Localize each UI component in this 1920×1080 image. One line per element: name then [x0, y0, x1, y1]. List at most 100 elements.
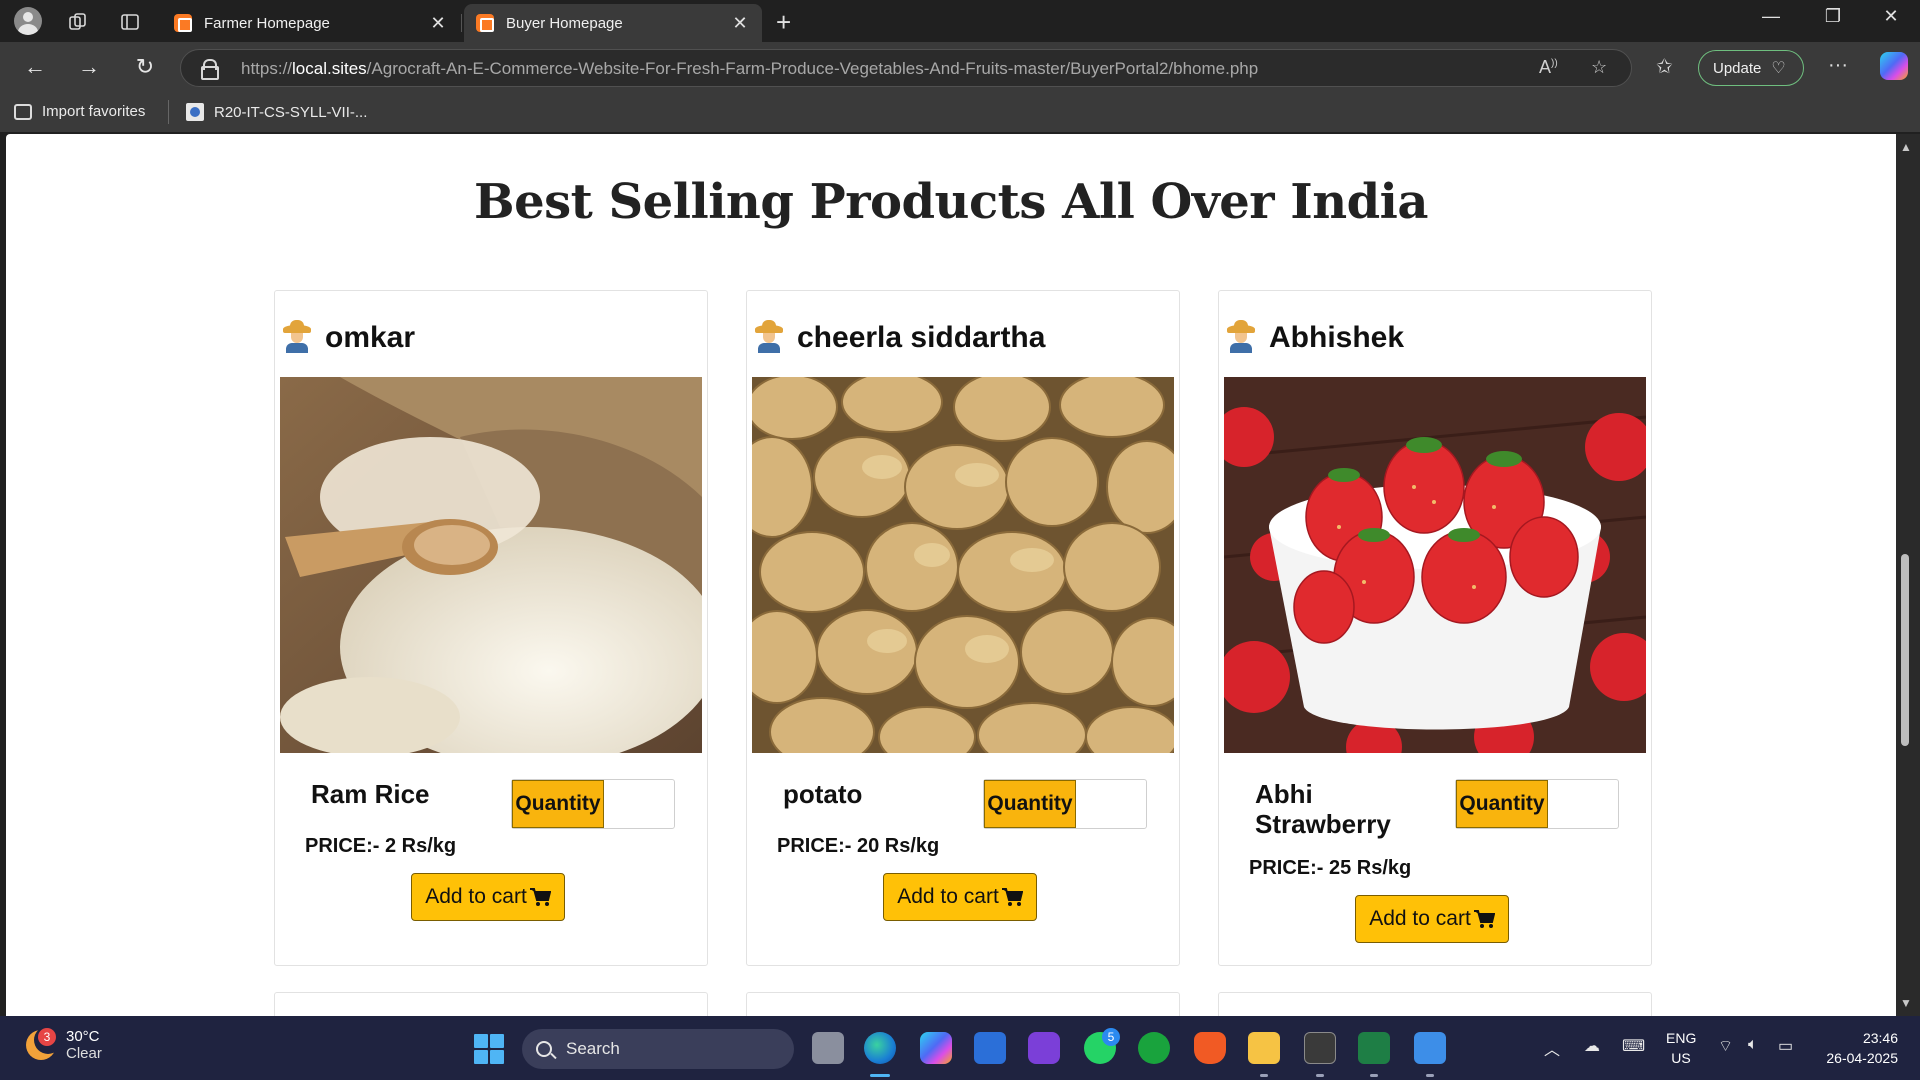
- favorites-icon[interactable]: ✩: [1656, 54, 1673, 79]
- farmer-name: cheerla siddartha: [797, 321, 1046, 354]
- import-icon: [14, 103, 32, 120]
- app-icon[interactable]: [1028, 1032, 1060, 1064]
- quantity-field[interactable]: Quantity: [983, 779, 1147, 829]
- scroll-up-arrow-icon[interactable]: ▲: [1900, 140, 1912, 154]
- farmer-icon: [755, 320, 783, 353]
- battery-icon[interactable]: ▭: [1778, 1036, 1793, 1056]
- add-to-cart-label: Add to cart: [897, 885, 999, 908]
- brave-browser-icon[interactable]: [1194, 1032, 1226, 1064]
- product-price: PRICE:- 25 Rs/kg: [1249, 857, 1412, 879]
- scrollbar-thumb[interactable]: [1901, 554, 1909, 746]
- clock-time: 23:46: [1862, 1030, 1898, 1046]
- address-toolbar: ← → ↻ https://local.sites/Agrocraft-An-E…: [0, 42, 1920, 94]
- strawberry-image[interactable]: [1224, 377, 1646, 753]
- favorite-syllabus[interactable]: R20-IT-CS-SYLL-VII-...: [186, 103, 367, 121]
- favorite-star-icon[interactable]: ☆: [1591, 57, 1607, 78]
- address-bar[interactable]: https://local.sites/Agrocraft-An-E-Comme…: [180, 49, 1632, 87]
- task-view-icon[interactable]: [812, 1032, 844, 1064]
- page-favicon-icon: [186, 103, 204, 121]
- taskbar-search[interactable]: Search: [522, 1029, 794, 1069]
- forward-arrow-icon[interactable]: →: [74, 54, 104, 80]
- close-tab-icon[interactable]: ✕: [428, 13, 448, 34]
- heart-pulse-icon: ♡: [1771, 60, 1786, 77]
- store-icon[interactable]: [974, 1032, 1006, 1064]
- product-price: PRICE:- 20 Rs/kg: [777, 835, 940, 857]
- rice-image[interactable]: [280, 377, 702, 753]
- potato-image[interactable]: [752, 377, 1174, 753]
- active-app-indicator: [870, 1074, 890, 1077]
- lock-icon[interactable]: [201, 59, 219, 80]
- show-hidden-icons-chevron-icon[interactable]: ︿: [1544, 1036, 1560, 1060]
- farmer-icon: [1227, 320, 1255, 353]
- copilot-icon[interactable]: [1880, 52, 1908, 80]
- back-arrow-icon[interactable]: ←: [20, 54, 50, 80]
- refresh-icon[interactable]: ↻: [130, 54, 160, 80]
- quantity-label: Quantity: [984, 780, 1076, 828]
- system-clock[interactable]: 23:46 26-04-2025: [1818, 1028, 1898, 1068]
- xampp-favicon-icon: [174, 14, 192, 32]
- tab-farmer-homepage[interactable]: Farmer Homepage ✕: [162, 4, 460, 42]
- farmer-name: Abhishek: [1269, 321, 1405, 354]
- favorites-bar: Import favorites R20-IT-CS-SYLL-VII-...: [0, 94, 1920, 132]
- update-button[interactable]: Update ♡: [1698, 50, 1804, 86]
- search-label: Search: [566, 1039, 620, 1058]
- language-indicator[interactable]: ENG US: [1666, 1028, 1696, 1068]
- quantity-field[interactable]: Quantity: [511, 779, 675, 829]
- add-to-cart-button[interactable]: Add to cart: [411, 873, 565, 921]
- tab-buyer-homepage[interactable]: Buyer Homepage ✕: [464, 4, 762, 42]
- add-to-cart-label: Add to cart: [1369, 907, 1471, 930]
- quantity-field[interactable]: Quantity: [1455, 779, 1619, 829]
- xbox-icon[interactable]: [1138, 1032, 1170, 1064]
- quantity-input[interactable]: [1548, 780, 1618, 828]
- file-explorer-icon[interactable]: [1248, 1032, 1280, 1064]
- more-options-icon[interactable]: ···: [1828, 54, 1848, 77]
- tab-divider: [461, 14, 462, 32]
- weather-widget[interactable]: 30°C Clear: [26, 1026, 102, 1062]
- browser-tab-strip: Farmer Homepage ✕ Buyer Homepage ✕ + — ❐…: [0, 0, 1920, 42]
- quantity-input[interactable]: [1076, 780, 1146, 828]
- onedrive-cloud-icon[interactable]: ☁: [1584, 1036, 1600, 1056]
- add-to-cart-button[interactable]: Add to cart: [883, 873, 1037, 921]
- window-close-icon[interactable]: ✕: [1868, 6, 1914, 27]
- farmer-name-row: cheerla siddartha: [755, 320, 1046, 355]
- start-windows-icon[interactable]: [474, 1034, 504, 1064]
- favorite-import[interactable]: Import favorites: [14, 103, 145, 120]
- copilot-app-icon[interactable]: [920, 1032, 952, 1064]
- page-viewport: Best Selling Products All Over India omk…: [6, 134, 1896, 1016]
- running-app-indicator: [1426, 1074, 1434, 1077]
- workspaces-icon[interactable]: [64, 8, 92, 36]
- weather-description: Clear: [66, 1045, 102, 1062]
- product-card-partial: [1218, 992, 1652, 1016]
- notepad-icon[interactable]: [1414, 1032, 1446, 1064]
- add-to-cart-button[interactable]: Add to cart: [1355, 895, 1509, 943]
- keyboard-icon[interactable]: ⌨: [1622, 1036, 1645, 1056]
- minimize-icon[interactable]: —: [1748, 6, 1794, 27]
- quantity-label: Quantity: [512, 780, 604, 828]
- edge-browser-icon[interactable]: [864, 1032, 896, 1064]
- volume-icon[interactable]: 🔈︎: [1748, 1036, 1758, 1054]
- vertical-tabs-icon[interactable]: [116, 8, 144, 36]
- clock-date: 26-04-2025: [1826, 1050, 1898, 1066]
- product-name: Ram Rice: [311, 779, 430, 809]
- product-card: Abhishek Abhi Strawberry Quantity PRICE:…: [1218, 290, 1652, 966]
- favorites-divider: [168, 100, 169, 124]
- read-aloud-icon[interactable]: A)): [1539, 57, 1558, 78]
- terminal-icon[interactable]: [1304, 1032, 1336, 1064]
- profile-avatar-icon[interactable]: [14, 7, 42, 35]
- region-code: US: [1671, 1050, 1691, 1066]
- add-to-cart-label: Add to cart: [425, 885, 527, 908]
- language-code: ENG: [1666, 1030, 1697, 1046]
- running-app-indicator: [1316, 1074, 1324, 1077]
- close-tab-icon[interactable]: ✕: [730, 13, 750, 34]
- excel-icon[interactable]: [1358, 1032, 1390, 1064]
- new-tab-icon[interactable]: +: [776, 7, 791, 38]
- wifi-icon[interactable]: ⌔: [1718, 1036, 1733, 1056]
- page-title: Best Selling Products All Over India: [474, 174, 1429, 230]
- product-card: cheerla siddartha potato Quantity PRICE:…: [746, 290, 1180, 966]
- restore-icon[interactable]: ❐: [1810, 6, 1856, 27]
- quantity-input[interactable]: [604, 780, 674, 828]
- farmer-name: omkar: [325, 321, 416, 354]
- product-name: Abhi Strawberry: [1255, 779, 1391, 839]
- url-text[interactable]: https://local.sites/Agrocraft-An-E-Comme…: [241, 59, 1258, 79]
- scroll-down-arrow-icon[interactable]: ▼: [1900, 996, 1912, 1010]
